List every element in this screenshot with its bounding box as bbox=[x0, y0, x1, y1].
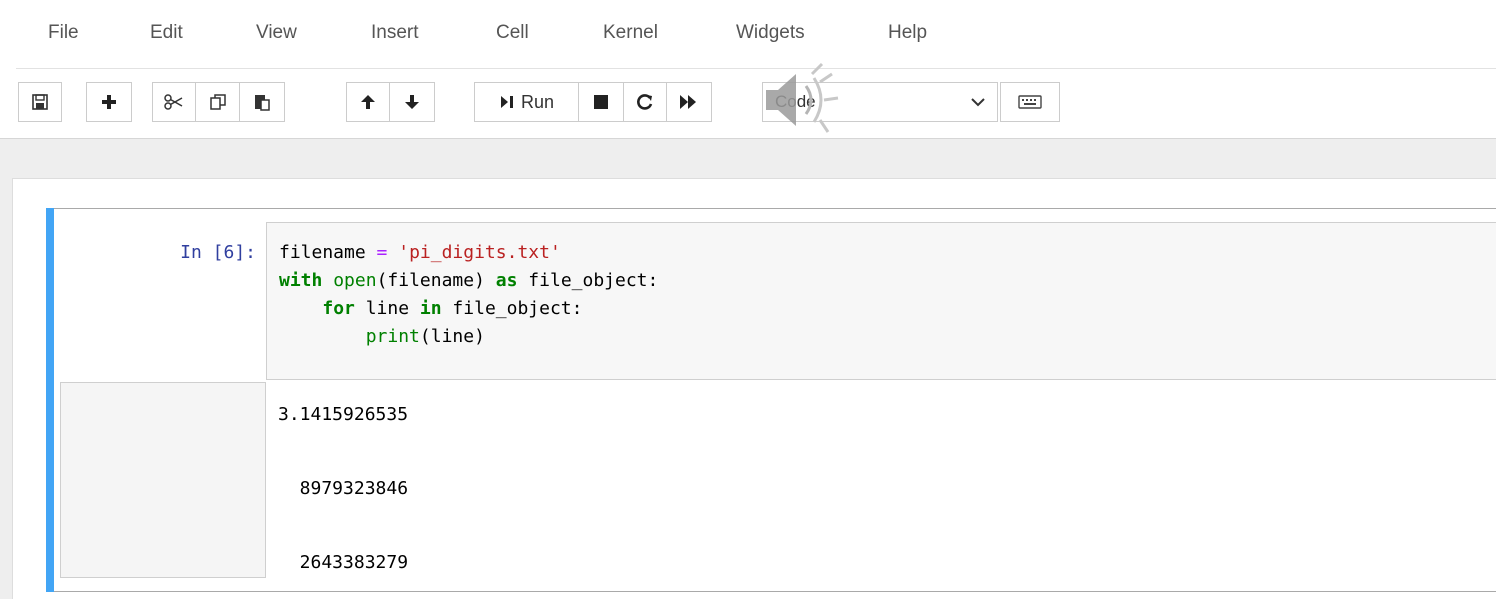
menu-edit[interactable]: Edit bbox=[150, 22, 183, 44]
paste-button[interactable] bbox=[239, 82, 285, 122]
code-line: print(line) bbox=[365, 326, 485, 347]
cell-output: 3.1415926535 8979323846 2643383279 bbox=[278, 396, 408, 581]
header-divider bbox=[0, 138, 1496, 139]
keyboard-icon bbox=[1018, 95, 1042, 109]
menu-widgets[interactable]: Widgets bbox=[736, 22, 805, 44]
stop-icon bbox=[594, 95, 608, 109]
output-line: 8979323846 bbox=[278, 478, 409, 499]
code-line: for line in file_object: bbox=[322, 298, 583, 319]
toolbar: Run Code bbox=[16, 82, 1496, 126]
selected-cell-indicator bbox=[46, 208, 54, 592]
paste-icon bbox=[255, 95, 270, 111]
arrow-up-icon bbox=[361, 95, 375, 109]
menu-kernel[interactable]: Kernel bbox=[603, 22, 658, 44]
code-line: filename = 'pi_digits.txt' bbox=[279, 242, 561, 263]
scissors-icon bbox=[164, 94, 183, 110]
chevron-down-icon bbox=[971, 98, 985, 107]
code-input-area[interactable]: filename = 'pi_digits.txt' with open(fil… bbox=[266, 222, 1496, 380]
restart-icon bbox=[637, 94, 653, 110]
move-down-button[interactable] bbox=[389, 82, 435, 122]
menu-insert[interactable]: Insert bbox=[371, 22, 419, 44]
menu-help[interactable]: Help bbox=[888, 22, 927, 44]
insert-cell-button[interactable] bbox=[86, 82, 132, 122]
cut-button[interactable] bbox=[152, 82, 196, 122]
speaker-icon[interactable] bbox=[762, 60, 842, 140]
interrupt-button[interactable] bbox=[578, 82, 624, 122]
copy-icon bbox=[209, 94, 226, 110]
plus-icon bbox=[102, 95, 116, 109]
input-prompt: In [6]: bbox=[180, 242, 256, 263]
save-icon bbox=[32, 94, 48, 110]
run-icon bbox=[500, 96, 513, 108]
menu-view[interactable]: View bbox=[256, 22, 297, 44]
code-line: with open(filename) as file_object: bbox=[279, 270, 659, 291]
menu-cell[interactable]: Cell bbox=[496, 22, 529, 44]
run-button[interactable]: Run bbox=[474, 82, 579, 122]
run-label: Run bbox=[520, 91, 555, 112]
output-prompt-area[interactable] bbox=[60, 382, 266, 578]
code-editor[interactable]: filename = 'pi_digits.txt' with open(fil… bbox=[279, 239, 658, 351]
command-palette-button[interactable] bbox=[1000, 82, 1060, 122]
copy-button[interactable] bbox=[195, 82, 240, 122]
move-up-button[interactable] bbox=[346, 82, 390, 122]
output-line: 3.1415926535 bbox=[278, 404, 409, 425]
notebook-header: File Edit View Insert Cell Kernel Widget… bbox=[0, 0, 1496, 138]
fast-forward-icon bbox=[680, 95, 696, 109]
save-button[interactable] bbox=[18, 82, 62, 122]
menubar: File Edit View Insert Cell Kernel Widget… bbox=[16, 10, 1496, 69]
output-line: 2643383279 bbox=[278, 552, 409, 573]
restart-run-all-button[interactable] bbox=[666, 82, 712, 122]
menu-file[interactable]: File bbox=[48, 22, 79, 44]
restart-kernel-button[interactable] bbox=[623, 82, 667, 122]
arrow-down-icon bbox=[405, 95, 419, 109]
